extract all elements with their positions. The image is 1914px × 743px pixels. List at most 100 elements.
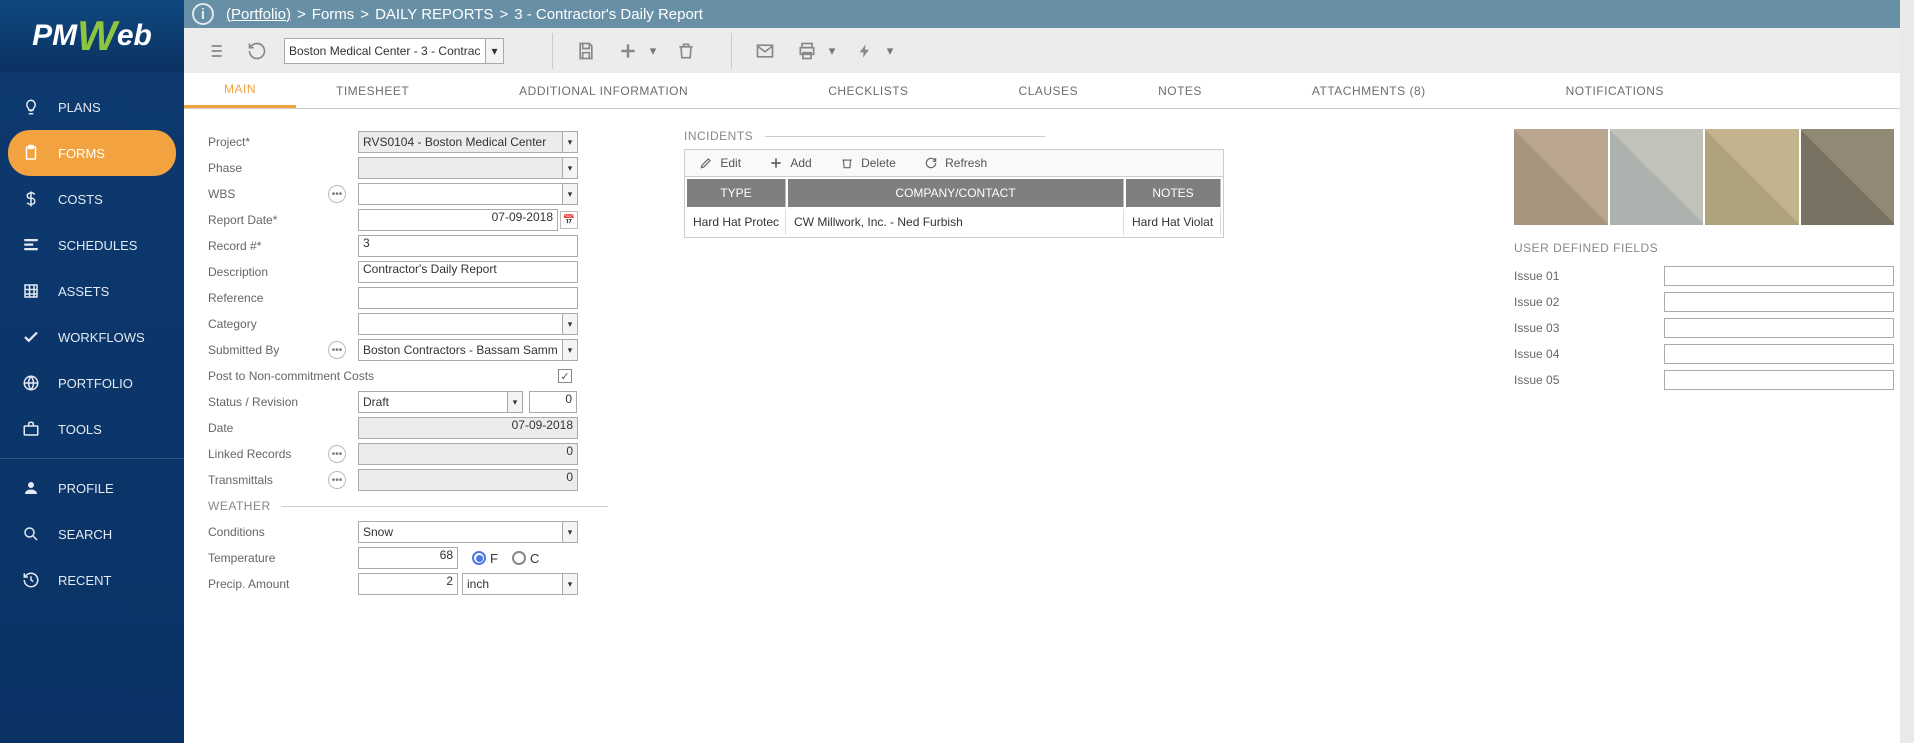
vertical-scrollbar[interactable] (1900, 0, 1914, 743)
chevron-down-icon: ▾ (562, 183, 578, 205)
mail-icon[interactable] (750, 36, 780, 66)
status-select[interactable]: Draft▾ (358, 391, 523, 413)
temperature-input[interactable]: 68 (358, 547, 458, 569)
project-select[interactable]: RVS0104 - Boston Medical Center▾ (358, 131, 578, 153)
incidents-add-button[interactable]: Add (755, 156, 826, 170)
sidebar-item-schedules[interactable]: SCHEDULES (0, 222, 184, 268)
transmittals-lookup-icon[interactable]: ••• (328, 471, 346, 489)
record-selector[interactable]: Boston Medical Center - 3 - Contrac▾ (284, 38, 504, 64)
table-row[interactable]: Hard Hat Protec CW Millwork, Inc. - Ned … (687, 209, 1221, 235)
precip-unit-select[interactable]: inch▾ (462, 573, 578, 595)
sidebar-item-plans[interactable]: PLANS (0, 84, 184, 130)
precip-input[interactable]: 2 (358, 573, 458, 595)
col-type[interactable]: TYPE (687, 179, 786, 207)
chevron-down-icon[interactable]: ▾ (647, 36, 659, 66)
cell-type: Hard Hat Protec (687, 209, 786, 235)
category-select[interactable]: ▾ (358, 313, 578, 335)
thumbnail[interactable] (1705, 129, 1799, 225)
print-icon[interactable] (792, 36, 822, 66)
chevron-down-icon: ▾ (562, 339, 578, 361)
bulb-icon (18, 94, 44, 120)
sidebar-item-forms[interactable]: FORMS (8, 130, 176, 176)
udf-input-3[interactable] (1664, 318, 1894, 338)
date-input: 07-09-2018 (358, 417, 578, 439)
incidents-header: INCIDENTS (684, 129, 753, 143)
calendar-icon[interactable]: 📅 (560, 211, 578, 229)
precip-label: Precip. Amount (208, 577, 358, 591)
bars-icon (18, 232, 44, 258)
incidents-delete-button[interactable]: Delete (826, 156, 910, 170)
tab-clauses[interactable]: CLAUSES (979, 73, 1119, 108)
precip-value: 2 (446, 574, 453, 588)
phase-select[interactable]: ▾ (358, 157, 578, 179)
post-noncommit-checkbox[interactable]: ✓ (558, 369, 572, 383)
udf-header: USER DEFINED FIELDS (1514, 241, 1894, 255)
revision-input[interactable]: 0 (529, 391, 577, 413)
attachment-thumbnails (1514, 129, 1894, 225)
thumbnail[interactable] (1801, 129, 1895, 225)
linked-lookup-icon[interactable]: ••• (328, 445, 346, 463)
udf-input-4[interactable] (1664, 344, 1894, 364)
chevron-down-icon: ▾ (562, 521, 578, 543)
sidebar-item-portfolio[interactable]: PORTFOLIO (0, 360, 184, 406)
col-company[interactable]: COMPANY/CONTACT (788, 179, 1124, 207)
reportdate-input[interactable]: 07-09-2018 (358, 209, 558, 231)
tab-main[interactable]: MAIN (184, 73, 296, 108)
incidents-edit-button[interactable]: Edit (685, 156, 755, 170)
tab-timesheet[interactable]: TIMESHEET (296, 73, 449, 108)
thumbnail[interactable] (1610, 129, 1704, 225)
col-notes[interactable]: NOTES (1126, 179, 1221, 207)
add-icon[interactable] (613, 36, 643, 66)
chevron-down-icon[interactable]: ▾ (826, 36, 838, 66)
breadcrumb-root[interactable]: (Portfolio) (226, 6, 291, 23)
phase-label: Phase (208, 161, 358, 175)
incidents-refresh-button[interactable]: Refresh (910, 156, 1001, 170)
bolt-icon[interactable] (850, 36, 880, 66)
record-input[interactable]: 3 (358, 235, 578, 257)
sidebar-item-workflows[interactable]: WORKFLOWS (0, 314, 184, 360)
tab-notifications[interactable]: NOTIFICATIONS (1496, 73, 1734, 108)
category-label: Category (208, 317, 358, 331)
udf-input-5[interactable] (1664, 370, 1894, 390)
tab-checklists[interactable]: CHECKLISTS (758, 73, 978, 108)
sidebar-item-label: SEARCH (58, 527, 112, 542)
temp-f-radio[interactable] (472, 551, 486, 565)
dollar-icon (18, 186, 44, 212)
wbs-lookup-icon[interactable]: ••• (328, 185, 346, 203)
revision-value: 0 (565, 392, 572, 406)
wbs-select[interactable]: ▾ (358, 183, 578, 205)
udf-input-2[interactable] (1664, 292, 1894, 312)
logo: PMWeb (0, 0, 184, 72)
description-input[interactable]: Contractor's Daily Report (358, 261, 578, 283)
submitted-by-lookup-icon[interactable]: ••• (328, 341, 346, 359)
chevron-down-icon[interactable]: ▾ (884, 36, 896, 66)
delete-icon[interactable] (671, 36, 701, 66)
tabs: MAIN TIMESHEET ADDITIONAL INFORMATION CH… (184, 73, 1914, 109)
info-icon[interactable]: i (192, 3, 214, 25)
submitted-by-select[interactable]: Boston Contractors - Bassam Samm▾ (358, 339, 578, 361)
thumbnail[interactable] (1514, 129, 1608, 225)
udf-input-1[interactable] (1664, 266, 1894, 286)
tab-attachments[interactable]: ATTACHMENTS (8) (1242, 73, 1496, 108)
reference-input[interactable] (358, 287, 578, 309)
sidebar-item-assets[interactable]: ASSETS (0, 268, 184, 314)
history-icon[interactable] (242, 36, 272, 66)
weather-header: WEATHER (208, 499, 271, 513)
sidebar-item-recent[interactable]: RECENT (0, 557, 184, 603)
post-noncommit-label: Post to Non-commitment Costs (208, 369, 558, 383)
form-column: Project*RVS0104 - Boston Medical Center▾… (208, 129, 608, 597)
refresh-label: Refresh (945, 156, 987, 170)
sidebar-item-search[interactable]: SEARCH (0, 511, 184, 557)
temp-c-radio[interactable] (512, 551, 526, 565)
sidebar-item-costs[interactable]: COSTS (0, 176, 184, 222)
status-value: Draft (363, 395, 389, 409)
sidebar-item-profile[interactable]: PROFILE (0, 465, 184, 511)
sidebar-item-label: ASSETS (58, 284, 109, 299)
tab-notes[interactable]: NOTES (1118, 73, 1242, 108)
save-icon[interactable] (571, 36, 601, 66)
sidebar-item-label: TOOLS (58, 422, 102, 437)
tab-additional-information[interactable]: ADDITIONAL INFORMATION (449, 73, 758, 108)
sidebar-item-tools[interactable]: TOOLS (0, 406, 184, 452)
list-icon[interactable] (200, 36, 230, 66)
conditions-select[interactable]: Snow▾ (358, 521, 578, 543)
